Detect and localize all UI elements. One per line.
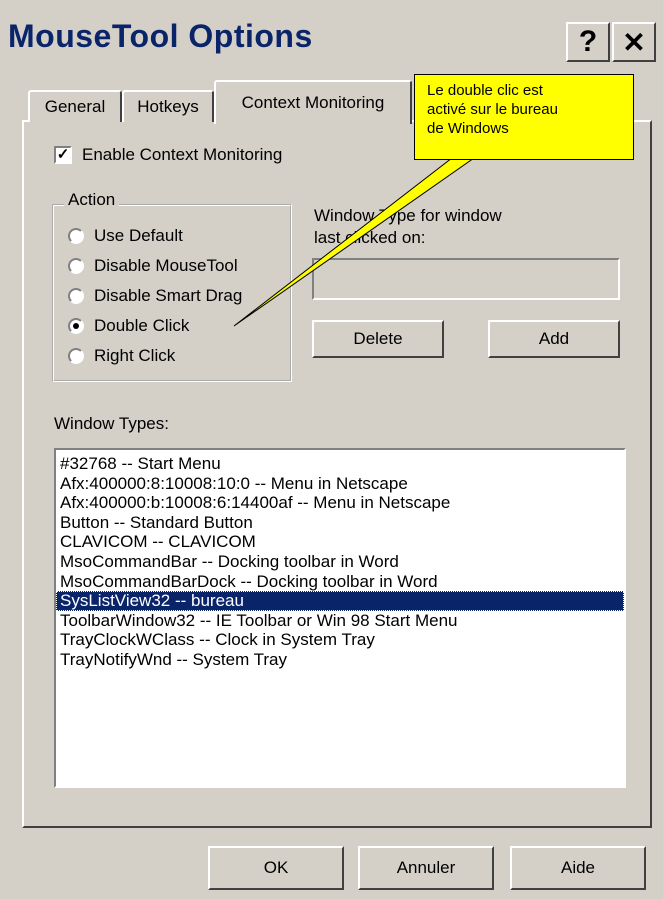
callout-line: Le double clic est [427,82,543,99]
callout-arrow-icon [233,157,476,327]
callout-line: de Windows [427,120,509,137]
callout-line: activé sur le bureau [427,101,558,118]
callout-note: Le double clic est activé sur le bureau … [414,74,634,160]
